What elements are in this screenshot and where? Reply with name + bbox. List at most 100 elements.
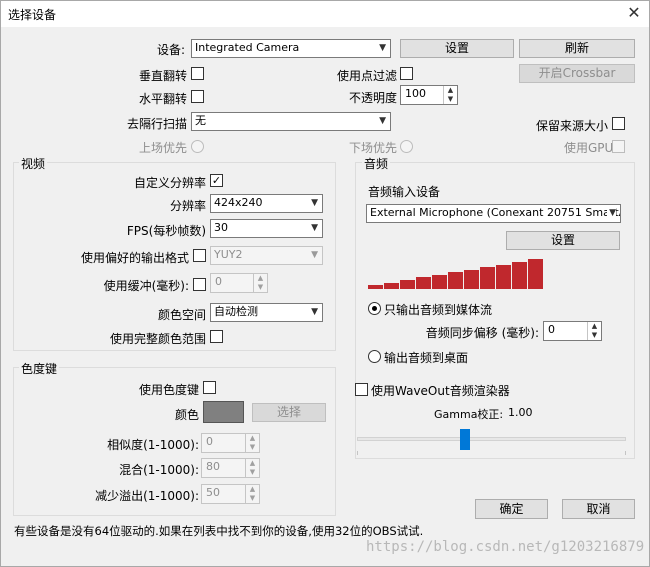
- fps-select[interactable]: 30 ▼: [210, 219, 323, 238]
- device-settings-button[interactable]: 设置: [400, 39, 514, 58]
- spin-up-icon[interactable]: ▲: [246, 485, 259, 494]
- color-space-value: 自动检测: [214, 305, 258, 318]
- similarity-spinbox[interactable]: 0 ▲ ▼: [201, 433, 260, 453]
- chevron-down-icon: ▼: [607, 205, 616, 221]
- spin-down-icon[interactable]: ▼: [444, 95, 457, 104]
- window-title: 选择设备: [8, 8, 57, 22]
- spin-up-icon[interactable]: ▲: [588, 322, 601, 331]
- blend-value: 80: [206, 460, 220, 473]
- preferred-format-select[interactable]: YUY2 ▼: [210, 246, 323, 265]
- gamma-value: 1.00: [508, 406, 533, 419]
- point-filter-checkbox[interactable]: [400, 67, 413, 80]
- opacity-spinbox[interactable]: 100 ▲ ▼: [400, 85, 458, 105]
- keep-source-size-checkbox[interactable]: [612, 117, 625, 130]
- device-select[interactable]: Integrated Camera ▼: [191, 39, 391, 58]
- chroma-select-button[interactable]: 选择: [252, 403, 326, 422]
- chroma-color-swatch[interactable]: [203, 401, 244, 423]
- blend-spin-buttons[interactable]: ▲ ▼: [245, 459, 259, 477]
- opacity-label: 不透明度: [348, 91, 397, 105]
- preferred-format-value: YUY2: [214, 248, 243, 261]
- opacity-spin-buttons[interactable]: ▲ ▼: [443, 86, 457, 104]
- audio-settings-button[interactable]: 设置: [506, 231, 620, 250]
- preferred-format-label: 使用偏好的输出格式: [80, 251, 189, 265]
- select-device-dialog: 选择设备 ✕ 设备: Integrated Camera ▼ 设置 刷新 垂直翻…: [0, 0, 650, 567]
- buffering-value: 0: [215, 275, 222, 288]
- output-stream-label: 只输出音频到媒体流: [384, 303, 493, 317]
- upper-field-first-label: 上场优先: [138, 141, 187, 155]
- gamma-slider-track[interactable]: [357, 437, 626, 441]
- sync-offset-spinbox[interactable]: 0 ▲ ▼: [543, 321, 602, 341]
- radio-dot: [372, 306, 377, 311]
- buffering-spin-buttons[interactable]: ▲ ▼: [253, 274, 267, 292]
- spill-reduction-spinbox[interactable]: 50 ▲ ▼: [201, 484, 260, 504]
- close-icon[interactable]: ✕: [625, 4, 643, 22]
- audio-input-select[interactable]: External Microphone (Conexant 20751 Smar…: [366, 204, 621, 223]
- crossbar-button[interactable]: 开启Crossbar: [519, 64, 635, 83]
- spin-down-icon[interactable]: ▼: [254, 283, 267, 292]
- spin-down-icon[interactable]: ▼: [246, 468, 259, 477]
- output-desktop-label: 输出音频到桌面: [384, 351, 469, 365]
- cancel-button[interactable]: 取消: [562, 499, 635, 519]
- gamma-slider-ticks: [357, 451, 626, 455]
- audio-input-label: 音频输入设备: [368, 185, 441, 199]
- waveout-checkbox[interactable]: [355, 383, 368, 396]
- lower-field-first-label: 下场优先: [348, 141, 397, 155]
- output-stream-radio[interactable]: [368, 302, 381, 315]
- spin-up-icon[interactable]: ▲: [254, 274, 267, 283]
- similarity-value: 0: [206, 435, 213, 448]
- color-space-select[interactable]: 自动检测 ▼: [210, 303, 323, 322]
- spin-down-icon[interactable]: ▼: [246, 494, 259, 503]
- audio-level-bar: [448, 272, 463, 289]
- audio-level-bar: [528, 259, 543, 289]
- chevron-down-icon: ▼: [379, 43, 386, 53]
- spin-up-icon[interactable]: ▲: [444, 86, 457, 95]
- output-desktop-radio[interactable]: [368, 350, 381, 363]
- full-range-label: 使用完整颜色范围: [109, 332, 206, 346]
- spin-down-icon[interactable]: ▼: [588, 331, 601, 340]
- buffering-spinbox[interactable]: 0 ▲ ▼: [210, 273, 268, 293]
- audio-level-bar: [512, 262, 527, 289]
- upper-field-first-radio[interactable]: [191, 140, 204, 153]
- resolution-select[interactable]: 424x240 ▼: [210, 194, 323, 213]
- similarity-spin-buttons[interactable]: ▲ ▼: [245, 434, 259, 452]
- spin-up-icon[interactable]: ▲: [246, 434, 259, 443]
- use-gpu-checkbox[interactable]: [612, 140, 625, 153]
- chroma-color-label: 颜色: [174, 408, 199, 422]
- horizontal-flip-checkbox[interactable]: [191, 90, 204, 103]
- color-space-label: 颜色空间: [157, 308, 206, 322]
- blend-spinbox[interactable]: 80 ▲ ▼: [201, 458, 260, 478]
- use-chroma-key-checkbox[interactable]: [203, 381, 216, 394]
- spill-reduction-spin-buttons[interactable]: ▲ ▼: [245, 485, 259, 503]
- deinterlace-select[interactable]: 无 ▼: [191, 112, 391, 131]
- vertical-flip-checkbox[interactable]: [191, 67, 204, 80]
- refresh-button[interactable]: 刷新: [519, 39, 635, 58]
- spin-down-icon[interactable]: ▼: [246, 443, 259, 452]
- deinterlace-value: 无: [195, 114, 206, 127]
- waveout-label: 使用WaveOut音频渲染器: [371, 384, 510, 398]
- custom-resolution-checkbox[interactable]: ✓: [210, 174, 223, 187]
- audio-level-bar: [384, 283, 399, 289]
- spin-up-icon[interactable]: ▲: [246, 459, 259, 468]
- ok-button[interactable]: 确定: [475, 499, 548, 519]
- horizontal-flip-label: 水平翻转: [138, 92, 187, 106]
- audio-group-title: 音频: [362, 155, 391, 172]
- audio-level-bar: [368, 285, 383, 289]
- similarity-label: 相似度(1-1000):: [107, 438, 199, 452]
- spill-reduction-label: 减少溢出(1-1000):: [95, 489, 199, 503]
- buffering-checkbox[interactable]: [193, 278, 206, 291]
- gamma-slider-thumb[interactable]: [460, 429, 470, 450]
- gamma-label: Gamma校正:: [434, 408, 504, 421]
- chevron-down-icon: ▼: [379, 116, 386, 126]
- sync-offset-spin-buttons[interactable]: ▲ ▼: [587, 322, 601, 340]
- watermark: https://blog.csdn.net/g1203216879: [366, 539, 645, 555]
- spill-reduction-value: 50: [206, 486, 220, 499]
- audio-input-value: External Microphone (Conexant 20751 Smar…: [370, 206, 620, 219]
- chevron-down-icon: ▼: [311, 250, 318, 260]
- preferred-format-checkbox[interactable]: [193, 249, 206, 262]
- resolution-label: 分辨率: [169, 199, 206, 213]
- fps-label: FPS(每秒帧数): [126, 224, 206, 238]
- lower-field-first-radio[interactable]: [400, 140, 413, 153]
- chroma-key-group-title: 色度键: [19, 360, 60, 377]
- full-range-checkbox[interactable]: [210, 330, 223, 343]
- resolution-value: 424x240: [214, 196, 263, 209]
